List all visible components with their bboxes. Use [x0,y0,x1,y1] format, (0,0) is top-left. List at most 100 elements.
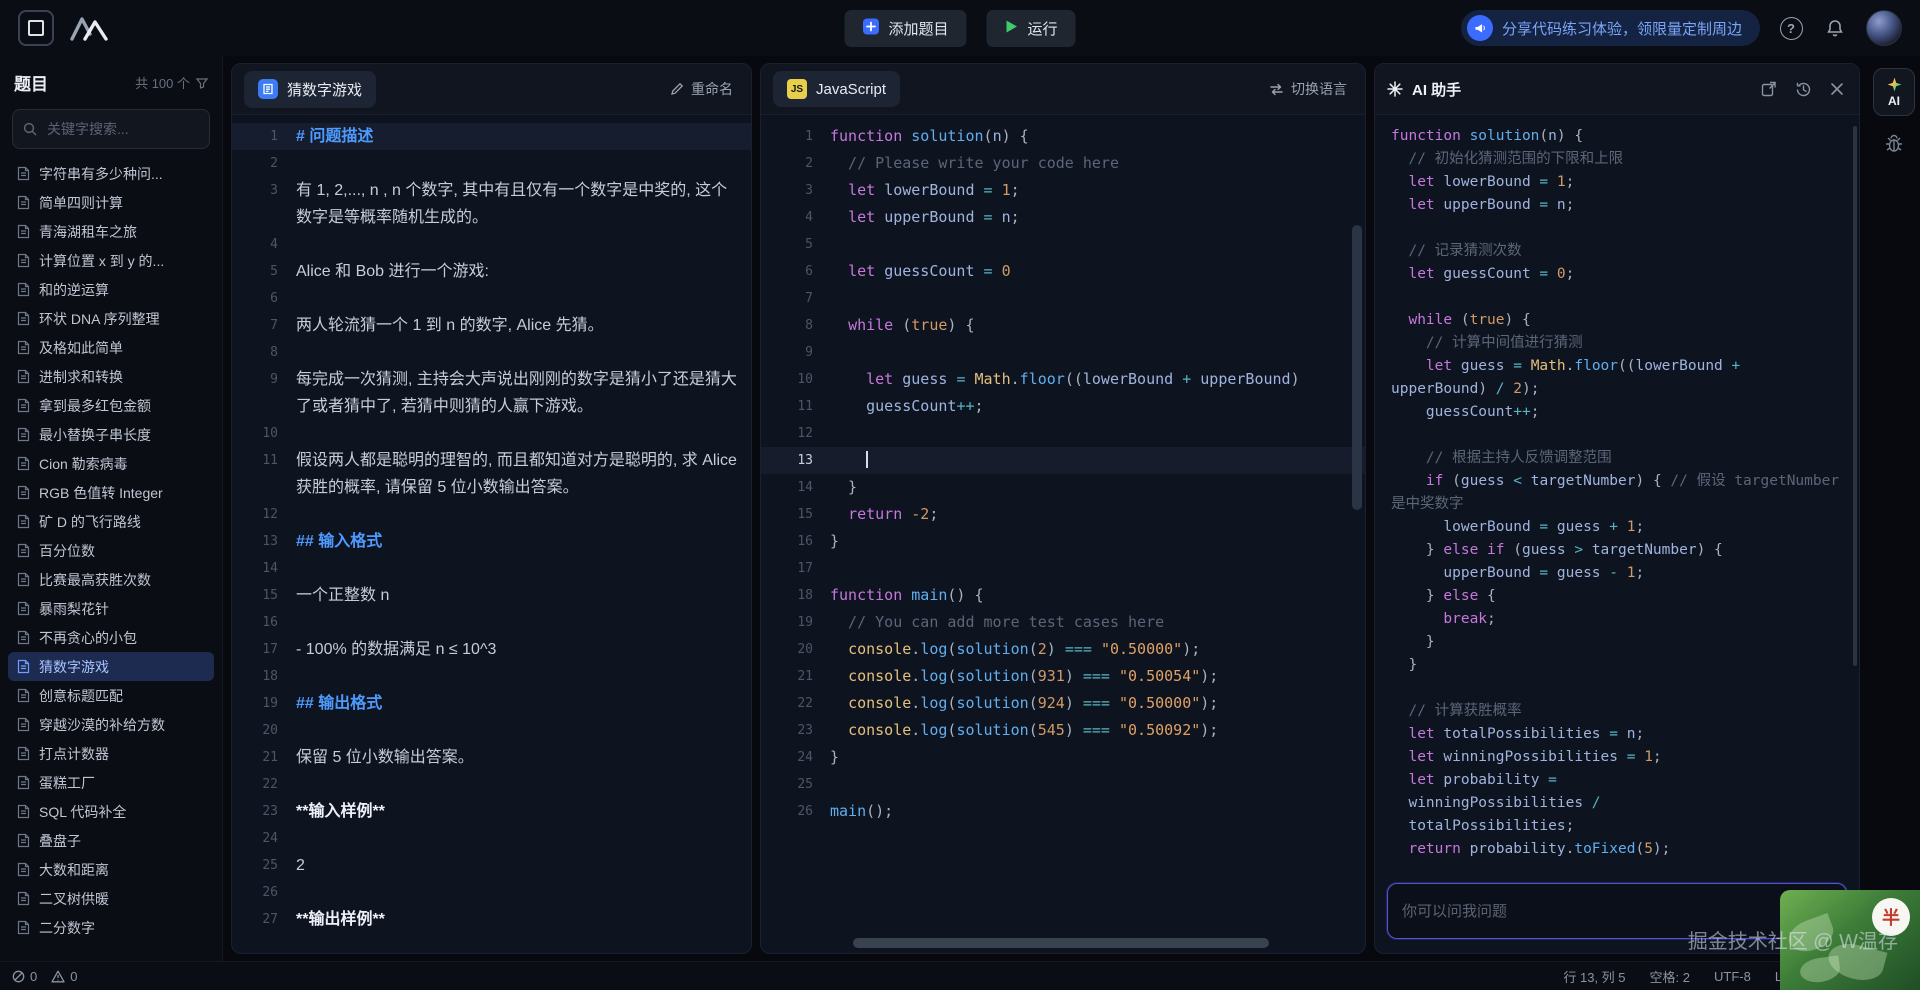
sidebar-item[interactable]: 猜数字游戏 [8,652,214,681]
sidebar-item[interactable]: 字符串有多少种问... [8,159,214,188]
sidebar-item-label: 百分位数 [39,541,95,561]
sidebar-item[interactable]: 青海湖租车之旅 [8,217,214,246]
sidebar-item[interactable]: Cion 勒索病毒 [8,449,214,478]
promo-banner[interactable]: 分享代码练习体验，领限量定制周边 [1461,10,1760,46]
sidebar-item-label: 及格如此简单 [39,338,123,358]
sidebar-item[interactable]: 大数和距离 [8,855,214,884]
markdown-text: 保留 5 位小数输出答案。 [296,744,751,771]
sidebar-item[interactable]: 拿到最多红包金额 [8,391,214,420]
sidebar-item[interactable]: 环状 DNA 序列整理 [8,304,214,333]
sidebar-item-label: SQL 代码补全 [39,802,126,822]
sidebar-header: 题目 共 100 个 [0,56,222,101]
editor-horizontal-scrollbar[interactable] [853,938,1269,948]
sidebar-item[interactable]: 百分位数 [8,536,214,565]
ai-rail-button[interactable]: AI [1873,68,1915,116]
sidebar-item[interactable]: 打点计数器 [8,739,214,768]
code-line: 26main(); [761,798,1365,825]
document-icon [17,862,30,877]
code-line: 5 [761,231,1365,258]
app-logo-icon[interactable] [18,10,54,46]
line-number: 18 [232,663,296,690]
line-number: 23 [761,717,830,744]
sidebar-item-label: 大数和距离 [39,860,109,880]
code-line: 16} [761,528,1365,555]
code-editor[interactable]: 1function solution(n) {2 // Please write… [761,115,1365,953]
sidebar-item[interactable]: 二分数字 [8,913,214,942]
avatar[interactable] [1866,10,1902,46]
code-text: let guess = Math.floor((lowerBound + upp… [830,366,1300,393]
sidebar-item[interactable]: 二叉树供暖 [8,884,214,913]
ai-code-line: let guess = Math.floor((lowerBound + upp… [1391,355,1845,401]
topbar-right: 分享代码练习体验，领限量定制周边 ? [1461,10,1902,46]
markdown-line: 2 [232,150,751,177]
problem-content[interactable]: 1# 问题描述23有 1, 2,..., n , n 个数字, 其中有且仅有一个… [232,115,751,953]
insert-code-icon[interactable] [1759,79,1779,99]
sidebar-item[interactable]: 最小替换子串长度 [8,420,214,449]
language-tab[interactable]: JS JavaScript [773,71,900,107]
sidebar-item[interactable]: 不再贪心的小包 [8,623,214,652]
ai-code-line: let lowerBound = 1; [1391,171,1845,194]
add-icon [862,18,879,39]
ai-code-line: } [1391,631,1845,654]
sidebar-item[interactable]: 穿越沙漠的补给方数 [8,710,214,739]
ai-code-line: function solution(n) { [1391,125,1845,148]
document-icon [17,572,30,587]
encoding[interactable]: UTF-8 [1714,969,1751,984]
sidebar-item[interactable]: 计算位置 x 到 y 的... [8,246,214,275]
sidebar-item[interactable]: 简单四则计算 [8,188,214,217]
sidebar-item[interactable]: 及格如此简单 [8,333,214,362]
line-number: 16 [761,528,830,555]
sidebar-title: 题目 [14,70,48,95]
history-icon[interactable] [1793,79,1813,99]
code-text: let upperBound = n; [1391,194,1574,217]
search-box[interactable] [12,109,210,149]
sidebar-item[interactable]: 蛋糕工厂 [8,768,214,797]
ai-code-line: let probability = [1391,769,1845,792]
ai-scrollbar[interactable] [1853,126,1857,666]
sidebar-item[interactable]: RGB 色值转 Integer [8,478,214,507]
indentation[interactable]: 空格: 2 [1650,967,1690,986]
sidebar-item[interactable]: 进制求和转换 [8,362,214,391]
editor-vertical-scrollbar[interactable] [1352,225,1362,510]
notifications-icon[interactable] [1822,15,1848,41]
markdown-text: ## 输入格式 [296,528,751,555]
line-number: 5 [232,258,296,285]
filter-icon[interactable] [196,77,208,89]
code-text: // You can add more test cases here [830,609,1164,636]
ai-sparkle-icon [1387,81,1403,97]
sidebar-item[interactable]: SQL 代码补全 [8,797,214,826]
warnings-indicator[interactable]: 0 [51,969,77,984]
sidebar-item[interactable]: 矿 D 的飞行路线 [8,507,214,536]
add-problem-button[interactable]: 添加题目 [844,10,966,47]
document-icon [17,253,30,268]
sidebar-item[interactable]: 叠盘子 [8,826,214,855]
ai-code-line: let winningPossibilities = 1; [1391,746,1845,769]
rename-button[interactable]: 重命名 [664,78,739,100]
problem-tab[interactable]: 猜数字游戏 [244,71,376,108]
sidebar-item[interactable]: 比赛最高获胜次数 [8,565,214,594]
switch-language-button[interactable]: 切换语言 [1263,78,1353,100]
sidebar-item[interactable]: 和的逆运算 [8,275,214,304]
close-icon[interactable] [1827,79,1847,99]
problem-panel: 猜数字游戏 重命名 1# 问题描述23有 1, 2,..., n , n 个数字… [231,63,752,954]
code-text: } else if (guess > targetNumber) { [1391,539,1723,562]
statusbar: 0 0 行 13, 列 5 空格: 2 UTF-8 LF [0,961,1920,990]
document-icon [17,456,30,471]
pencil-icon [670,82,684,96]
cursor-position[interactable]: 行 13, 列 5 [1563,967,1625,986]
markdown-text [296,420,751,447]
debug-icon[interactable] [1884,134,1904,154]
run-button[interactable]: 运行 [987,10,1076,47]
sidebar-item[interactable]: 创意标题匹配 [8,681,214,710]
markdown-line: 6 [232,285,751,312]
markdown-text: 每完成一次猜测, 主持会大声说出刚刚的数字是猜小了还是猜大了或者猜中了, 若猜中… [296,366,751,420]
help-icon[interactable]: ? [1778,15,1804,41]
line-number: 11 [232,447,296,501]
line-number: 3 [232,177,296,231]
code-text: let guess = Math.floor((lowerBound + upp… [1391,355,1845,401]
line-number: 17 [761,555,830,582]
sidebar-item[interactable]: 暴雨梨花针 [8,594,214,623]
search-input[interactable] [45,120,199,138]
errors-indicator[interactable]: 0 [12,969,37,984]
brand-logo-icon[interactable] [70,15,108,41]
